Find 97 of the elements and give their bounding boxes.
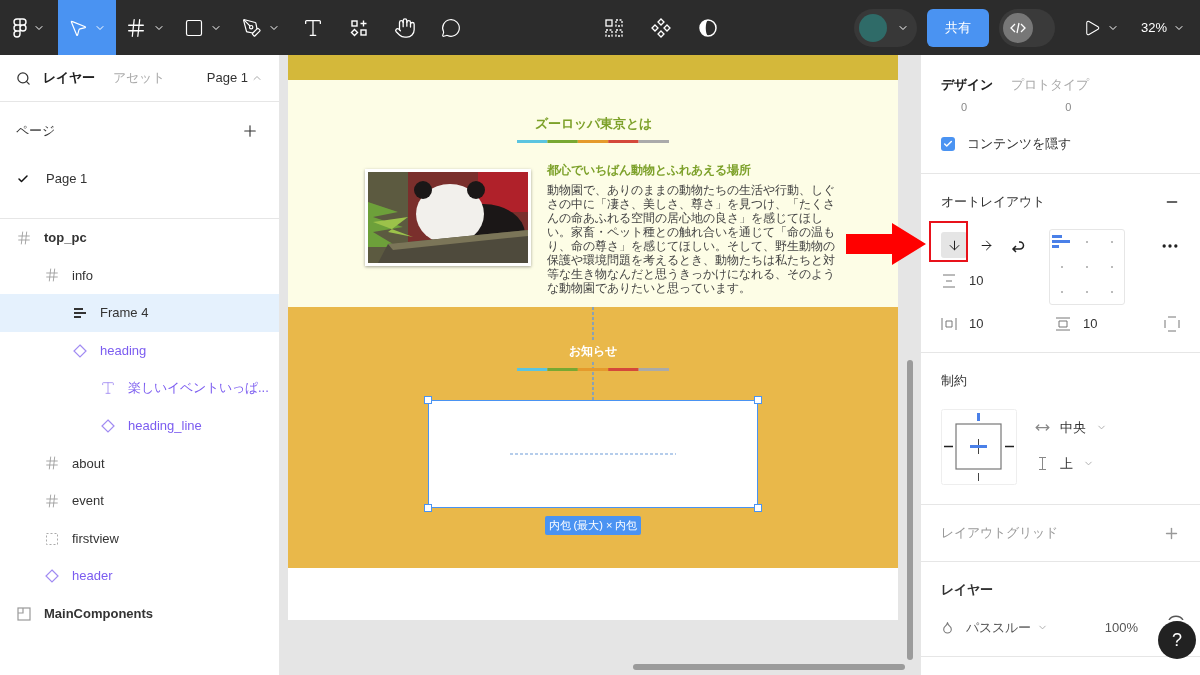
layer-row[interactable]: top_pc — [0, 219, 279, 257]
layer-name: 楽しいイベントいっぱ... — [128, 379, 269, 398]
horizontal-constraint-select[interactable]: 中央 — [1035, 418, 1107, 438]
layer-name: top_pc — [44, 229, 87, 248]
layer-row[interactable]: 楽しいイベントいっぱ... — [0, 369, 279, 407]
layer-name: firstview — [72, 529, 119, 548]
highlight-frame — [929, 221, 968, 262]
frame-icon — [16, 229, 32, 246]
section-heading: お知らせ — [569, 342, 617, 360]
layer-name: info — [72, 266, 93, 285]
help-button[interactable]: ? — [1158, 621, 1196, 659]
layer-row[interactable]: Frame 4 — [0, 294, 279, 332]
diamond-icon — [72, 342, 88, 359]
checkbox-label: コンテンツを隠す — [967, 134, 1071, 153]
layer-name: heading — [100, 341, 147, 360]
diamond-grid-icon[interactable] — [650, 16, 672, 39]
frame-icon — [44, 455, 60, 472]
droplet-icon — [941, 621, 954, 635]
components-icon[interactable] — [604, 17, 624, 38]
layer-row[interactable]: about — [0, 444, 279, 483]
layer-row[interactable]: MainComponents — [0, 594, 279, 633]
pen-icon — [242, 17, 262, 38]
layer-row[interactable]: info — [0, 256, 279, 295]
vertical-scrollbar[interactable] — [907, 360, 913, 660]
code-icon — [1002, 12, 1033, 43]
arrow-right-icon — [978, 237, 994, 253]
alignment-icon[interactable] — [1052, 234, 1073, 251]
layer-row[interactable]: event — [0, 482, 279, 520]
frame-icon — [44, 267, 60, 284]
page-menu[interactable]: Page 1 — [206, 68, 263, 88]
frame-icon — [125, 16, 147, 39]
blend-mode-select[interactable]: パススルー — [966, 618, 1048, 638]
diamond-icon — [44, 568, 60, 585]
zoom-menu[interactable]: 32% — [1140, 17, 1185, 38]
comment-icon — [441, 17, 461, 38]
add-icon[interactable] — [241, 122, 259, 140]
page-row[interactable]: Page 1 — [0, 160, 279, 197]
pages-title: ページ — [16, 122, 55, 141]
dev-mode-toggle[interactable] — [998, 8, 1055, 47]
section-title: オートレイアウト — [941, 192, 1045, 211]
layer-row[interactable]: heading_line — [0, 406, 279, 445]
resize-handle[interactable] — [754, 396, 762, 404]
search-icon[interactable] — [16, 70, 31, 86]
layer-name: heading_line — [128, 417, 202, 435]
panel-icon — [16, 605, 32, 622]
horizontal-scrollbar[interactable] — [633, 664, 905, 670]
layer-name: header — [72, 567, 113, 586]
dotted-square-icon — [44, 530, 60, 547]
alignment-grid[interactable] — [1049, 229, 1125, 305]
visibility-icon[interactable] — [1168, 614, 1184, 620]
panel-tab[interactable]: デザイン — [941, 74, 993, 94]
hand-icon — [394, 16, 416, 39]
opacity-value[interactable]: 100% — [1104, 618, 1138, 638]
section-title: レイアウトグリッド — [941, 524, 1058, 543]
layer-name: about — [72, 454, 105, 473]
contrast-icon[interactable] — [698, 17, 718, 38]
field-value: 0 — [961, 100, 968, 114]
gap-value[interactable]: 10 — [969, 271, 984, 291]
resize-handle[interactable] — [754, 504, 762, 512]
checkbox[interactable] — [941, 136, 955, 151]
vertical-gap-icon — [941, 274, 957, 288]
panel-tab[interactable]: レイヤー — [43, 68, 95, 88]
avatar-button[interactable] — [853, 8, 917, 47]
vertical-constraint-select[interactable]: 上 — [1035, 453, 1107, 473]
padding-value[interactable]: 10 — [969, 314, 1055, 334]
body-paragraph: 動物園で、ありのままの動物たちの生活や行動、しぐさの中に「凄さ、美しさ、尊さ」を見つけ、「たくさんの命あふれる空間の居心地の良さ」を感じてほしい。家畜・ペット種との触れ合いを通じて「命の温もり、命の尊さ」を感じてほしい。そして、野生動物の保護や環境問題を考えるとき、動物たちは私たちと対等な生き物なんだと思うきっかけになれる、そのような動物園でありたいと思っています。 — [547, 182, 836, 295]
frame-icon — [44, 492, 60, 509]
layer-row[interactable]: header — [0, 557, 279, 595]
layer-name: Frame 4 — [100, 304, 149, 323]
layer-name: MainComponents — [44, 605, 154, 623]
vertical-padding-icon — [1055, 317, 1071, 331]
section-title: レイヤー — [941, 581, 993, 600]
layer-row[interactable]: firstview — [0, 519, 279, 558]
avatar-icon — [858, 13, 887, 42]
check-icon — [17, 172, 29, 185]
section-heading: ズーロッパ東京とは — [534, 115, 652, 133]
section-subheading: 都心でいちばん動物とふれあえる場所 — [547, 161, 752, 179]
logo-icon — [13, 17, 27, 38]
size-label: 内包 (最大) × 内包 — [544, 516, 642, 535]
layer-name: event — [72, 492, 104, 511]
layer-row[interactable]: heading — [0, 331, 279, 370]
page-name: Page 1 — [46, 169, 88, 188]
diamond-icon — [100, 417, 116, 434]
arrow-down-icon — [946, 237, 962, 253]
resize-handle[interactable] — [424, 504, 432, 512]
padding-value[interactable]: 10 — [1083, 314, 1098, 334]
resources-icon — [349, 17, 369, 38]
stack-icon — [72, 305, 88, 321]
resize-handle[interactable] — [424, 396, 432, 404]
square-icon — [184, 17, 204, 38]
check-icon — [943, 138, 953, 149]
horizontal-padding-icon — [941, 317, 957, 331]
section-title: 制約 — [941, 372, 967, 391]
text-icon — [100, 380, 116, 397]
field-value: 0 — [1065, 100, 1072, 114]
constraint-widget[interactable] — [941, 409, 1017, 485]
padding-options-icon[interactable] — [1164, 316, 1180, 332]
